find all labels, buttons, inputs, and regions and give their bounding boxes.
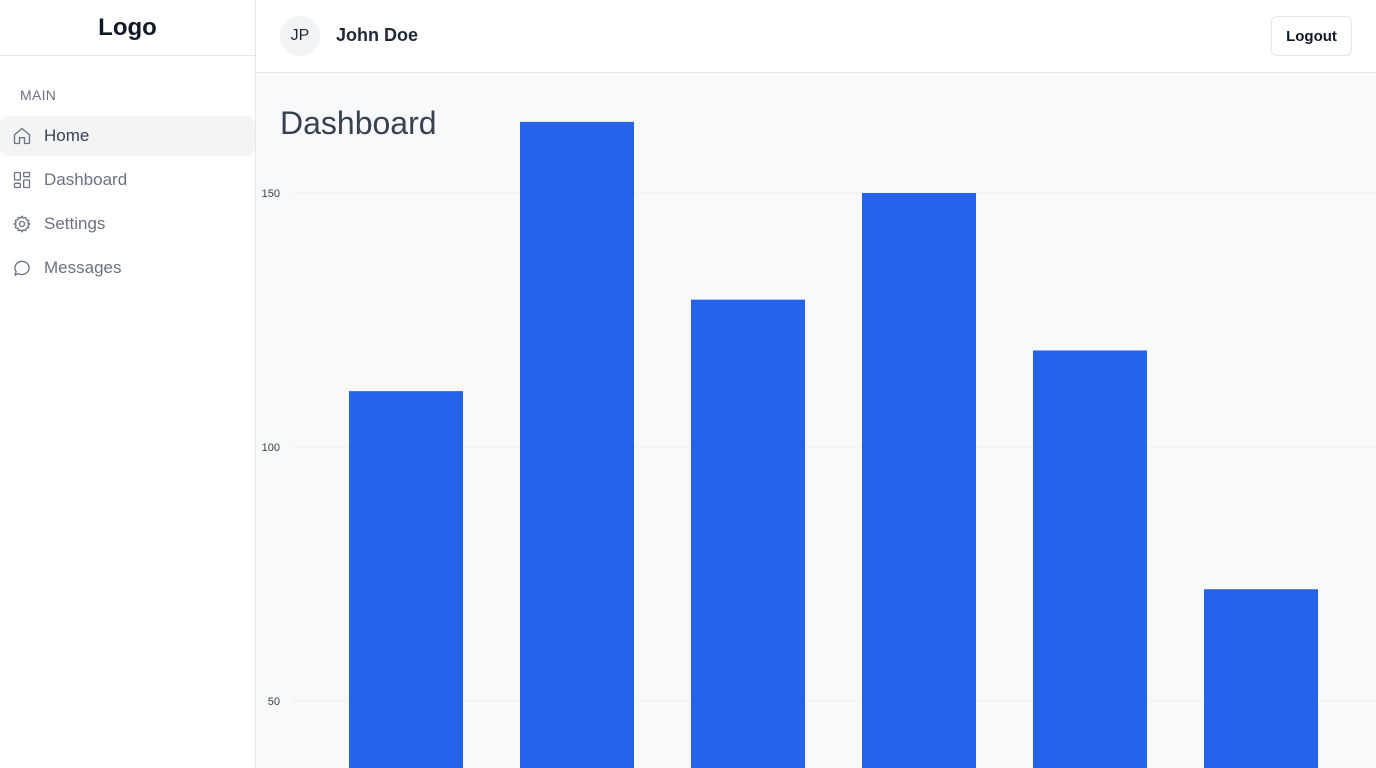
chart-bar[interactable] [349, 391, 463, 768]
chart-bar[interactable] [520, 121, 634, 768]
dashboard-icon [12, 170, 32, 190]
message-icon [12, 258, 32, 278]
sidebar: Logo MAIN Home Dashboard Settings Messag… [0, 0, 256, 768]
chart-bar[interactable] [1204, 589, 1318, 768]
sidebar-item-settings[interactable]: Settings [0, 204, 255, 244]
sidebar-item-label: Dashboard [44, 170, 128, 189]
home-icon [12, 126, 32, 146]
top-header: JP John Doe Logout [256, 0, 1376, 73]
chart-bar[interactable] [862, 193, 976, 768]
sidebar-item-home[interactable]: Home [0, 116, 255, 156]
user-name: John Doe [336, 25, 419, 45]
sidebar-item-label: Home [44, 126, 90, 145]
sidebar-section-label: MAIN [20, 87, 57, 103]
sidebar-item-dashboard[interactable]: Dashboard [0, 160, 255, 200]
sidebar-item-label: Settings [44, 214, 106, 233]
logo[interactable]: Logo [98, 14, 157, 42]
main-content: 50 100 150 Dashboard [256, 73, 1376, 768]
page-title: Dashboard [280, 105, 437, 141]
avatar[interactable]: JP [280, 16, 320, 56]
y-tick-label: 50 [268, 696, 280, 708]
app-root: Logo MAIN Home Dashboard Settings Messag… [0, 0, 1376, 768]
chart-bar[interactable] [691, 299, 805, 768]
bar-chart: 50 100 150 [262, 121, 1376, 768]
y-tick-label: 100 [262, 442, 280, 454]
sidebar-item-label: Messages [44, 258, 122, 277]
sidebar-nav: Home Dashboard Settings Messages [0, 116, 255, 292]
y-tick-label: 150 [262, 188, 280, 200]
chart-bar[interactable] [1033, 350, 1147, 768]
sidebar-item-messages[interactable]: Messages [0, 248, 255, 288]
logo-area: Logo [0, 0, 255, 56]
gear-icon [12, 214, 32, 234]
logout-button[interactable]: Logout [1271, 16, 1352, 56]
